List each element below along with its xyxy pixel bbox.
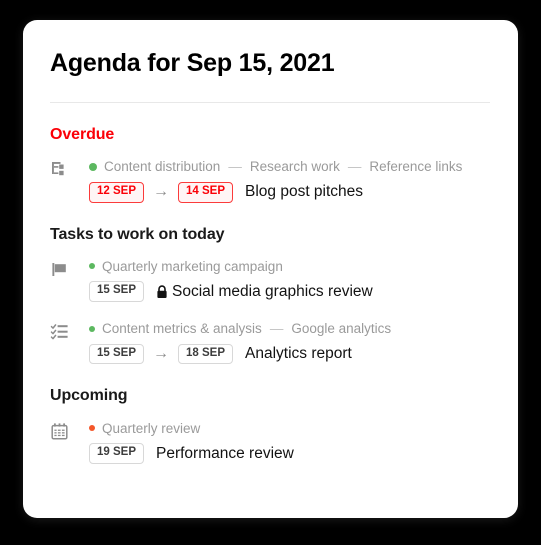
breadcrumb-item[interactable]: Google analytics xyxy=(291,320,391,338)
subtask-icon xyxy=(50,158,76,186)
breadcrumb-item[interactable]: Reference links xyxy=(369,158,462,176)
breadcrumb-item[interactable]: Research work xyxy=(250,158,340,176)
breadcrumb-separator: — xyxy=(347,159,362,175)
lock-icon xyxy=(156,285,168,299)
task-title-text: Social media graphics review xyxy=(172,282,373,300)
task-row[interactable]: Content metrics & analysis — Google analyt… xyxy=(50,320,490,365)
breadcrumb-separator: — xyxy=(228,159,242,175)
start-date-badge[interactable]: 12 SEP xyxy=(89,181,144,203)
breadcrumb: Content metrics & analysis — Google analyt… xyxy=(89,320,490,338)
task-title-text: Performance review xyxy=(156,444,294,462)
task-body: Content metrics & analysis — Google analyt… xyxy=(89,320,490,365)
section-heading: Tasks to work on today xyxy=(50,225,225,243)
agenda-sections: Overdue Content distribution — Research wor… xyxy=(50,125,490,464)
end-date-badge[interactable]: 18 SEP xyxy=(178,343,233,365)
date-range-arrow-icon: → xyxy=(153,183,169,201)
task-row[interactable]: Content distribution — Research work — Refer… xyxy=(50,158,490,203)
task-title-text: Analytics report xyxy=(245,345,352,362)
task-title[interactable]: Analytics report xyxy=(245,345,352,363)
breadcrumb-separator: — xyxy=(269,321,284,337)
task-title-line: 15 SEP Social media graphics review xyxy=(89,281,490,303)
breadcrumb: Quarterly marketing campaign xyxy=(89,258,490,276)
breadcrumb-item[interactable]: Content distribution xyxy=(104,158,220,176)
task-title-line: 19 SEP Performance review xyxy=(89,443,490,464)
breadcrumb-item[interactable]: Quarterly review xyxy=(102,420,200,438)
agenda-section: Overdue Content distribution — Research wor… xyxy=(50,125,490,203)
task-title-line: 15 SEP → 18 SEP Analytics report xyxy=(89,343,490,365)
start-date-badge[interactable]: 15 SEP xyxy=(89,281,144,303)
agenda-card: Agenda for Sep 15, 2021 Overdue Content d… xyxy=(23,20,518,518)
status-dot xyxy=(89,263,95,270)
task-body: Quarterly marketing campaign 15 SEP Social… xyxy=(89,258,490,303)
status-dot xyxy=(89,425,95,432)
task-title[interactable]: Blog post pitches xyxy=(245,183,363,201)
end-date-badge[interactable]: 14 SEP xyxy=(178,181,233,203)
breadcrumb-item[interactable]: Quarterly marketing campaign xyxy=(102,258,283,276)
title-divider xyxy=(50,102,490,103)
task-title[interactable]: Social media graphics review xyxy=(156,283,373,301)
status-dot xyxy=(89,325,95,332)
task-title[interactable]: Performance review xyxy=(156,445,294,463)
section-heading: Overdue xyxy=(50,126,115,143)
task-body: Content distribution — Research work — Refer… xyxy=(89,158,490,203)
agenda-section: Tasks to work on today Quarterly marketin… xyxy=(50,225,490,365)
start-date-badge[interactable]: 15 SEP xyxy=(89,343,144,365)
status-dot xyxy=(89,162,97,171)
start-date-badge[interactable]: 19 SEP xyxy=(89,443,144,464)
breadcrumb: Content distribution — Research work — Refer… xyxy=(89,158,490,176)
checklist-icon xyxy=(50,320,76,348)
task-row[interactable]: Quarterly marketing campaign 15 SEP Social… xyxy=(50,258,490,303)
section-heading: Upcoming xyxy=(50,387,128,405)
task-body: Quarterly review 19 SEP Performance review xyxy=(89,420,490,464)
agenda-section: Upcoming Quarterly review 19 SEP Performanc… xyxy=(50,386,490,464)
task-title-line: 12 SEP → 14 SEP Blog post pitches xyxy=(89,181,490,203)
breadcrumb: Quarterly review xyxy=(89,420,490,438)
calendar-icon xyxy=(50,420,76,448)
page-title: Agenda for Sep 15, 2021 xyxy=(50,49,335,77)
breadcrumb-item[interactable]: Content metrics & analysis xyxy=(102,320,262,338)
task-title-text: Blog post pitches xyxy=(245,183,364,201)
flag-icon xyxy=(50,258,76,286)
date-range-arrow-icon: → xyxy=(153,345,169,362)
task-row[interactable]: Quarterly review 19 SEP Performance review xyxy=(50,420,490,464)
